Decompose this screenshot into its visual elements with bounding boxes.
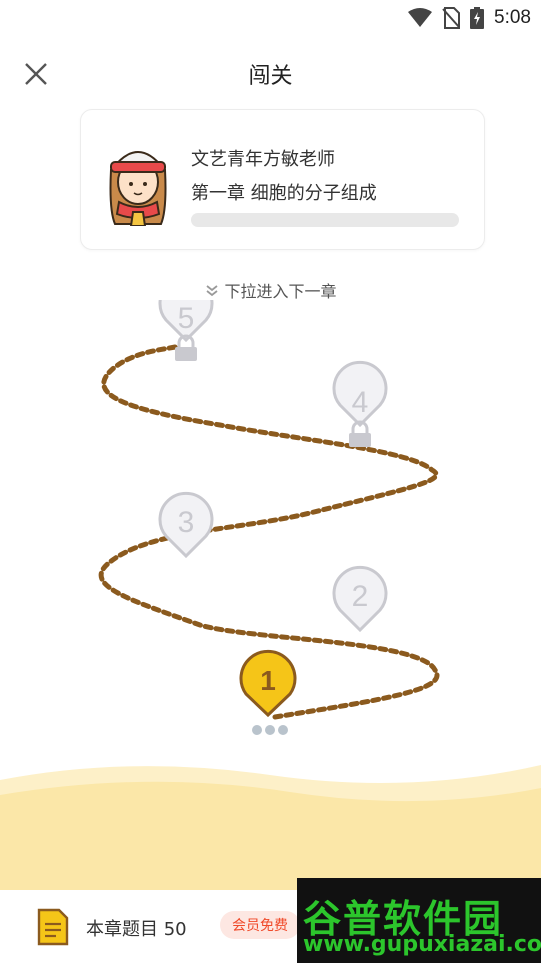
teacher-name: 文艺青年方敏老师 [191,149,335,170]
level-1-marker[interactable]: 1 [239,649,297,735]
level-3-number: 3 [178,506,195,539]
vip-free-badge[interactable]: 会员免费 [220,911,300,939]
battery-charging-icon [470,7,485,29]
level-4-marker[interactable]: 4 [332,360,388,447]
status-bar: 5:08 [0,0,541,36]
title-bar: 闯关 [0,50,541,96]
chapter-question-count: 本章题目 50 [86,919,187,940]
level-2-marker[interactable]: 2 [332,565,388,633]
no-sim-icon [442,7,461,29]
level-2-number: 2 [352,580,369,613]
level-5-marker[interactable]: 5 [158,300,214,361]
site-watermark: 谷普软件园 www.gupuxiazai.com [297,878,541,963]
level-5-number: 5 [178,302,195,335]
page-title: 闯关 [248,64,293,89]
status-time: 5:08 [494,7,531,28]
teacher-avatar-icon [109,151,167,226]
document-icon [37,908,69,946]
level-3-marker[interactable]: 3 [158,491,214,559]
pull-hint-text: 下拉进入下一章 [224,282,337,301]
chapter-title: 第一章 细胞的分子组成 [191,183,377,204]
level-1-number: 1 [260,665,276,696]
chapter-card[interactable]: 文艺青年方敏老师 第一章 细胞的分子组成 [80,109,485,250]
watermark-url: www.gupuxiazai.com [303,932,541,957]
pull-next-chapter-hint: 下拉进入下一章 [0,278,541,302]
level-map: 1 2 3 4 5 [0,300,541,890]
level-4-number: 4 [352,386,369,419]
chapter-progress-bar [191,213,459,227]
double-chevron-down-icon [206,285,219,297]
status-icons: 5:08 [408,6,531,30]
wifi-icon [408,8,433,27]
